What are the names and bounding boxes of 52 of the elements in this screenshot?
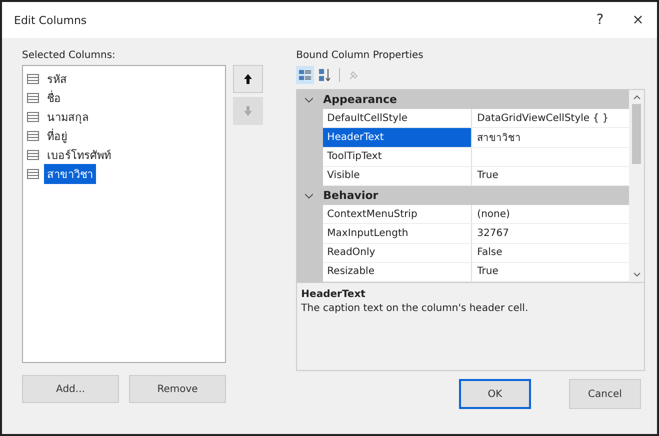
property-value[interactable]: สาขาวิชา [472,128,629,147]
column-icon [27,112,39,122]
property-name[interactable]: DefaultCellStyle [323,109,472,128]
column-icon [27,168,39,178]
property-value[interactable]: True [472,166,629,185]
sort-icon [319,69,332,81]
scroll-down-icon[interactable] [632,272,640,278]
scrollbar[interactable] [629,90,644,282]
column-item[interactable]: นามสกุล [44,106,92,126]
property-value[interactable]: True [472,262,629,281]
properties-label: Bound Column Properties [296,50,424,61]
property-name[interactable]: Resizable [323,262,472,281]
selected-columns-label: Selected Columns: [22,50,116,61]
close-button[interactable]: × [619,12,657,28]
chevron-icon [305,96,314,103]
property-name[interactable]: HeaderText [323,128,472,147]
category-name: Appearance [323,93,397,106]
column-item[interactable]: รหัส [44,68,70,88]
chevron-icon [305,192,314,199]
property-value[interactable]: DataGridViewCellStyle { } [472,109,629,128]
property-value[interactable]: False [472,244,629,262]
cancel-button[interactable]: Cancel [569,379,641,409]
column-item[interactable]: เบอร์โทรศัพท์ [44,144,114,164]
description-text: The caption text on the column's header cell. [301,303,530,314]
column-icon [27,130,39,140]
property-value[interactable]: (none) [472,205,629,224]
column-item[interactable]: ที่อยู่ [44,126,70,146]
scroll-up-icon[interactable] [632,94,640,100]
scroll-thumb[interactable] [632,104,641,164]
category-name: Behavior [323,189,378,202]
column-item[interactable]: ชื่อ [44,88,64,108]
property-name[interactable]: Visible [323,166,472,185]
list-button[interactable]: Add... [22,375,119,403]
arrow-up-icon [244,74,252,84]
categorized-button[interactable] [296,66,314,84]
property-name[interactable]: ContextMenuStrip [323,205,472,224]
column-item[interactable]: สาขาวิชา [44,164,96,184]
description-title: HeaderText [301,289,366,300]
move-up-button[interactable] [233,65,263,93]
column-icon [27,92,39,102]
column-icon [27,74,39,84]
categorized-icon [299,69,312,81]
wrench-icon [348,69,360,81]
column-icon [27,150,39,160]
arrow-down-icon [244,106,252,116]
list-button[interactable]: Remove [129,375,226,403]
property-value[interactable]: 32767 [472,224,629,243]
help-button[interactable]: ? [581,12,619,28]
ok-button[interactable]: OK [459,379,531,409]
window-title: Edit Columns [14,14,87,26]
property-name[interactable]: ReadOnly [323,244,472,262]
property-name[interactable]: MaxInputLength [323,224,472,243]
